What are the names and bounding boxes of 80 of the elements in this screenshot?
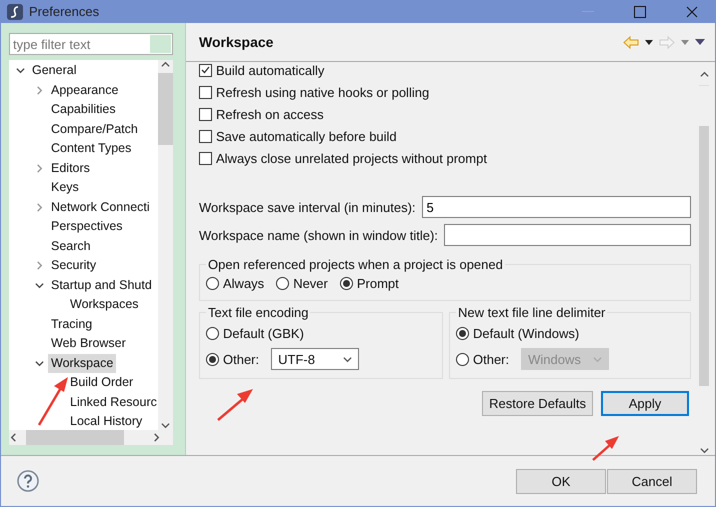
scroll-up-icon [161, 60, 170, 69]
checkbox[interactable] [199, 152, 212, 164]
scroll-left-icon [9, 433, 18, 442]
checkbox[interactable] [199, 130, 212, 142]
tree-item[interactable]: Local History [67, 412, 146, 430]
page-button[interactable]: Apply [601, 391, 689, 416]
checkbox-label: Build automatically [216, 62, 324, 78]
radio-button[interactable] [206, 352, 219, 366]
group-title: Open referenced projects when a project is opened [207, 257, 504, 272]
annotation-arrow [217, 389, 253, 421]
radio-button[interactable] [206, 276, 219, 290]
tree-item[interactable]: Security [48, 256, 100, 276]
radio-label: Other: [473, 352, 510, 366]
tree-item[interactable]: Editors [48, 158, 93, 178]
maximize-icon[interactable] [634, 6, 646, 18]
page-button[interactable]: Restore Defaults [482, 391, 593, 416]
page-title: Workspace [199, 34, 274, 50]
tree-item[interactable]: Search [48, 236, 94, 256]
help-icon[interactable] [17, 470, 39, 492]
dropdown-arrow-icon[interactable] [645, 40, 653, 44]
radio-label: Never [293, 276, 328, 290]
checkbox[interactable] [199, 64, 212, 76]
checkbox-label: Refresh using native hooks or polling [216, 84, 430, 100]
tree-item[interactable]: Compare/Patch [48, 120, 141, 139]
radio-button[interactable] [276, 276, 290, 290]
tree-item[interactable]: Capabilities [48, 100, 119, 120]
dialog-button[interactable]: OK [516, 468, 606, 494]
scroll-down-icon [161, 421, 170, 430]
tree-item[interactable]: Startup and Shutd [48, 276, 155, 295]
field-label: Workspace save interval (in minutes): [199, 200, 416, 214]
tree-item[interactable]: General [29, 61, 80, 80]
window-title: Preferences [29, 4, 100, 19]
tree-item[interactable]: Workspace [48, 354, 116, 373]
radio-label: Always [223, 276, 264, 290]
group-title: Text file encoding [207, 305, 310, 320]
group-title: New text file line delimiter [457, 305, 606, 320]
radio-label: Default (Windows) [473, 326, 580, 340]
radio-button[interactable] [456, 326, 469, 340]
tree-item[interactable]: Network Connecti [48, 198, 153, 217]
filter-field[interactable]: type filter text [9, 33, 173, 55]
scroll-right-icon [152, 433, 161, 442]
radio-label: Default (GBK) [223, 326, 304, 340]
scrollbar-thumb[interactable] [158, 73, 173, 145]
checkbox-label: Save automatically before build [216, 128, 397, 144]
field-label: Workspace name (shown in window title): [199, 228, 438, 242]
checkbox-label: Always close unrelated projects without prompt [216, 150, 487, 166]
scrollbar[interactable] [699, 70, 709, 455]
annotation-arrow [592, 436, 619, 461]
radio-button[interactable] [340, 276, 353, 290]
menu-arrow-icon[interactable] [695, 39, 705, 45]
tree-item[interactable]: Linked Resourc [67, 392, 158, 412]
radio-button[interactable] [206, 326, 219, 340]
scrollbar-thumb[interactable] [26, 430, 124, 445]
scrollbar-thumb[interactable] [699, 126, 709, 386]
checkbox[interactable] [199, 108, 212, 120]
scroll-up-icon [700, 70, 708, 79]
checkbox[interactable] [199, 86, 212, 98]
scrollbar[interactable] [158, 60, 173, 430]
app-icon [7, 4, 23, 20]
tree-item[interactable]: Build Order [67, 373, 136, 392]
tree-item[interactable]: Keys [48, 178, 82, 198]
radio-label: Other: [223, 352, 260, 366]
scrollbar[interactable] [9, 430, 173, 445]
tree-item[interactable]: Perspectives [48, 217, 126, 236]
checkbox-label: Refresh on access [216, 106, 324, 122]
input-field[interactable]: 5 [422, 196, 691, 218]
tree-item[interactable]: Appearance [48, 80, 122, 100]
annotation-arrow [38, 377, 68, 426]
chevron-down-icon [593, 354, 602, 364]
close-icon[interactable] [686, 6, 698, 18]
scroll-down-icon [700, 446, 708, 455]
dialog-button[interactable]: Cancel [607, 468, 697, 494]
tree-item[interactable]: Web Browser [48, 334, 129, 354]
radio-label: Prompt [356, 276, 399, 290]
tree-item[interactable]: Content Types [48, 139, 134, 158]
chevron-down-icon [343, 354, 352, 364]
tree-item[interactable]: Workspaces [67, 295, 142, 314]
dropdown[interactable]: UTF-8 [271, 348, 360, 370]
input-field[interactable] [444, 224, 691, 246]
tree-item[interactable]: Tracing [48, 314, 96, 334]
